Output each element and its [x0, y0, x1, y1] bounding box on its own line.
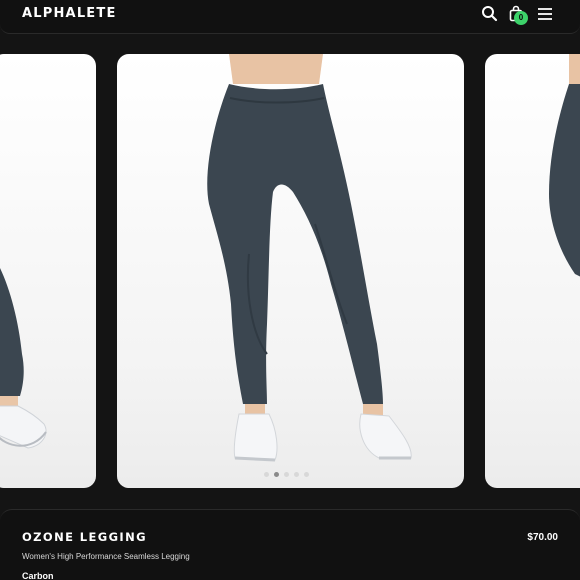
carousel-slide-active[interactable]: [117, 54, 464, 488]
cart-count-badge: 0: [514, 11, 528, 25]
product-name: OZONE LEGGING: [22, 530, 147, 544]
carousel-dot-active[interactable]: [274, 472, 279, 477]
carousel-dot[interactable]: [294, 472, 299, 477]
product-subtitle: Women's High Performance Seamless Leggin…: [22, 552, 190, 561]
legging-front-view-image: [207, 54, 412, 462]
carousel-dot[interactable]: [284, 472, 289, 477]
carousel-dot[interactable]: [304, 472, 309, 477]
carousel-slide-previous[interactable]: [0, 54, 96, 488]
legging-back-view-image: [549, 54, 580, 277]
carousel-pagination: [264, 472, 309, 477]
hamburger-menu-icon[interactable]: [535, 4, 555, 24]
product-price: $70.00: [527, 532, 558, 543]
carousel-slide-next[interactable]: [485, 54, 580, 488]
product-color: Carbon: [22, 571, 54, 580]
brand-logo[interactable]: ALPHALETE: [22, 6, 117, 21]
search-icon[interactable]: [480, 4, 500, 24]
product-image-carousel[interactable]: [0, 54, 580, 488]
legging-side-view-image: [0, 268, 47, 449]
carousel-dot[interactable]: [264, 472, 269, 477]
site-header: ALPHALETE 0: [0, 0, 580, 34]
product-info-card: OZONE LEGGING $70.00 Women's High Perfor…: [0, 509, 580, 580]
